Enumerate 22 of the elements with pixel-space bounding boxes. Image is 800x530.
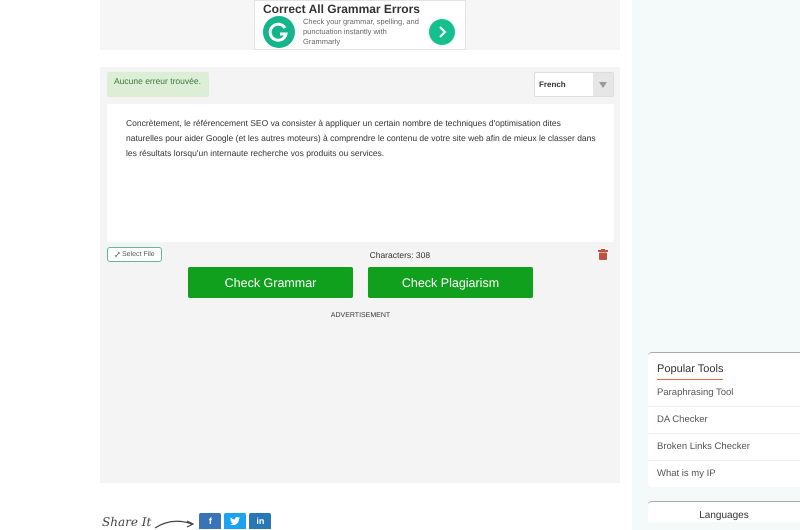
ad-headline: Correct All Grammar Errors (263, 3, 421, 15)
trash-icon[interactable] (598, 249, 608, 260)
card-title: Languages (699, 510, 749, 521)
tool-link[interactable]: What is my IP (648, 460, 800, 487)
caret-icon (599, 82, 607, 88)
twitter-button[interactable] (224, 513, 246, 529)
card-title: Popular Tools (657, 363, 724, 380)
share-label: Share It (102, 515, 152, 529)
link-icon (114, 251, 121, 258)
status-message: Aucune erreur trouvée. (107, 72, 209, 97)
facebook-button[interactable]: f (199, 513, 222, 529)
chevron-right-icon[interactable] (429, 19, 455, 45)
tool-link[interactable]: Paraphrasing Tool (648, 380, 800, 406)
arrow-icon (154, 519, 196, 529)
tool-link[interactable]: DA Checker (648, 406, 800, 433)
linkedin-button[interactable]: in (249, 513, 272, 529)
text-area[interactable]: Concrètement, le référencement SEO va consister à appliquer un certain nombre de techniques d'optimisation dites naturelles pour aider Google (et les autres moteurs) à comprendre le contenu de votre site web afin de mieux le classer dans les résultats lorsqu'un internaute recherche vos produits ou services. (107, 104, 614, 242)
character-count: Characters: 308 (370, 250, 430, 260)
g-logo-icon (263, 16, 295, 48)
bird-icon (230, 516, 240, 526)
language-select[interactable]: French (534, 72, 614, 97)
tool-link[interactable]: Broken Links Checker (648, 433, 800, 460)
